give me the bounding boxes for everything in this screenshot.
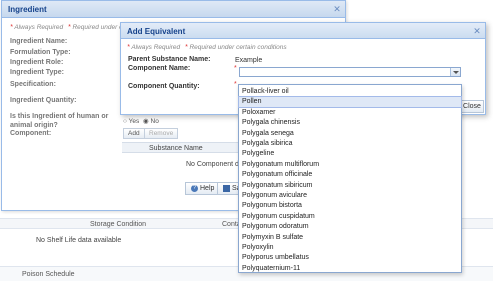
component-quantity-label: Component Quantity: (128, 83, 200, 90)
add-equivalent-title-bar[interactable]: Add Equivalent ✕ (121, 23, 485, 39)
add-component-button[interactable]: Add (123, 128, 145, 139)
specification-label: Specification: (10, 81, 56, 88)
dropdown-option[interactable]: Poloxamer (239, 108, 461, 118)
ingredient-title: Ingredient (8, 5, 47, 14)
dropdown-option[interactable]: Polygonatum multiflorum (239, 160, 461, 170)
modal-legend: * Always Required * Required under certa… (127, 44, 287, 51)
parent-substance-value: Example (235, 57, 263, 64)
component-label: Component: (10, 130, 52, 137)
column-substance-name[interactable]: Substance Name (149, 145, 203, 152)
ingredient-title-bar[interactable]: Ingredient ✕ (2, 1, 345, 18)
human-animal-origin-label: Is this Ingredient of human or animal or… (10, 113, 109, 129)
parent-substance-label: Parent Substance Name: (128, 56, 211, 63)
dropdown-option[interactable]: Polygala sibirica (239, 139, 461, 149)
close-button[interactable]: Close (460, 100, 484, 113)
column-storage-condition[interactable]: Storage Condition (90, 221, 146, 228)
chevron-down-icon[interactable] (450, 68, 460, 76)
dropdown-option[interactable]: Polymyxin B sulfate (239, 233, 461, 243)
dropdown-option[interactable]: Polyporus umbellatus (239, 253, 461, 263)
ingredient-role-label: Ingredient Role: (10, 59, 64, 66)
dropdown-option[interactable]: Polygala senega (239, 129, 461, 139)
close-icon[interactable]: ✕ (471, 25, 483, 37)
add-equivalent-title: Add Equivalent (127, 27, 186, 36)
component-name-label: Component Name: (128, 65, 191, 72)
dropdown-option[interactable]: Polygonum bistorta (239, 201, 461, 211)
dropdown-option[interactable]: Polyquaternium-11 (239, 264, 461, 274)
component-name-dropdown-list[interactable]: Pollack-liver oil Pollen Poloxamer Polygala… (238, 84, 462, 273)
remove-component-button[interactable]: Remove (144, 128, 179, 139)
dropdown-option[interactable]: Polyoxylin (239, 243, 461, 253)
dropdown-option[interactable]: Polygonum cuspidatum (239, 212, 461, 222)
origin-yes-radio[interactable]: ○ Yes (123, 118, 139, 125)
required-asterisk: * (234, 81, 237, 88)
dropdown-option[interactable]: Pollen (238, 96, 462, 109)
save-icon (223, 184, 230, 192)
close-icon[interactable]: ✕ (331, 4, 343, 15)
ingredient-type-label: Ingredient Type: (10, 69, 64, 76)
dropdown-option[interactable]: Polygonatum sibiricum (239, 181, 461, 191)
dropdown-option[interactable]: Pollack-liver oil (239, 87, 461, 97)
required-asterisk: * (127, 44, 130, 51)
conditional-asterisk: * (184, 44, 188, 51)
dropdown-option[interactable]: Polygonum odoratum (239, 222, 461, 232)
dropdown-option[interactable]: Polygonum aviculare (239, 191, 461, 201)
conditional-asterisk: * (67, 24, 71, 31)
poison-schedule-label: Poison Schedule (22, 271, 75, 278)
dropdown-option[interactable]: Polygala chinensis (239, 118, 461, 128)
required-asterisk: * (10, 24, 13, 31)
help-icon: ? (191, 184, 198, 192)
origin-radio-group: ○ Yes ◉ No (123, 117, 159, 125)
dropdown-option[interactable]: Polygonatum officinale (239, 170, 461, 180)
dropdown-option[interactable]: Polygeline (239, 149, 461, 159)
shelf-life-empty-text: No Shelf Life data available (36, 237, 122, 244)
ingredient-quantity-label: Ingredient Quantity: (10, 97, 77, 104)
required-asterisk: * (234, 65, 237, 72)
formulation-type-label: Formulation Type: (10, 49, 71, 56)
component-name-combobox[interactable] (239, 67, 461, 77)
help-button[interactable]: ? Help (185, 182, 221, 195)
ingredient-name-label: Ingredient Name: (10, 38, 68, 45)
origin-no-radio[interactable]: ◉ No (143, 118, 159, 125)
